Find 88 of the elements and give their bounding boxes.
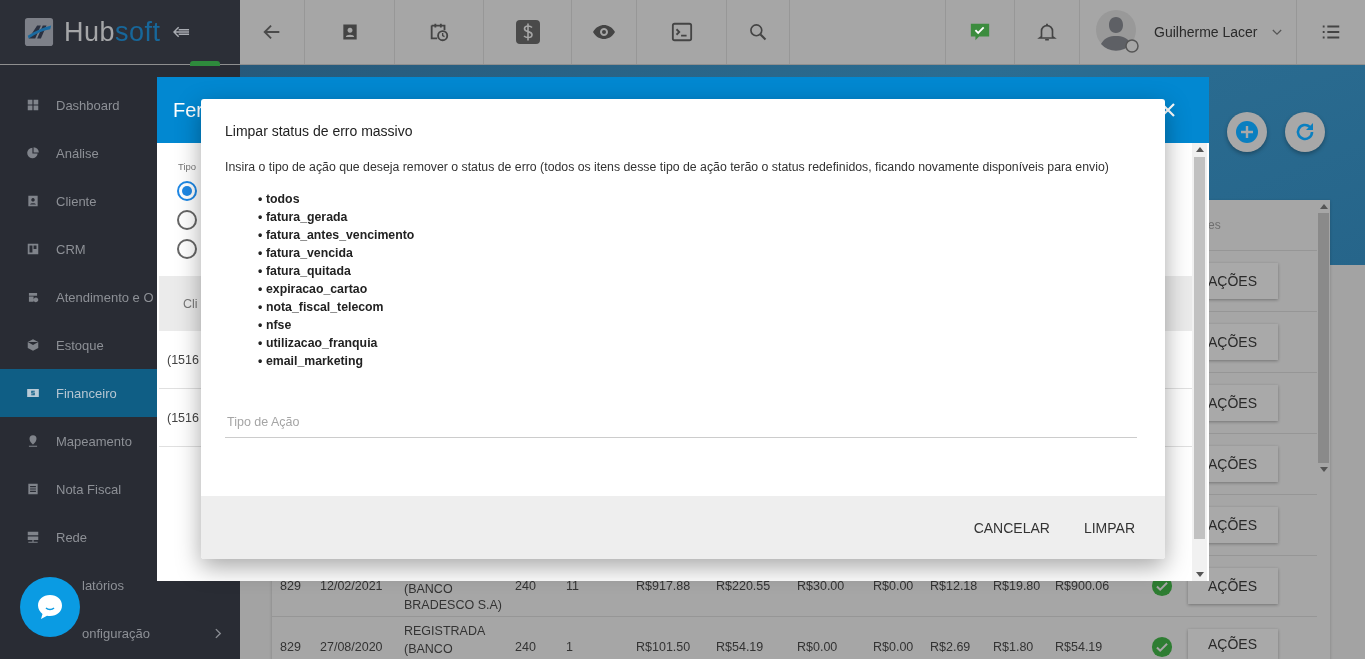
table-cell-text: R$101.50 xyxy=(636,640,692,654)
sidebar-item[interactable]: onfiguração xyxy=(0,609,240,657)
calendar-clock-icon[interactable] xyxy=(428,21,450,43)
dialog-button[interactable]: CANCELAR xyxy=(965,511,1058,544)
menu-item-icon xyxy=(26,146,40,160)
list-item: • expiracao_cartao xyxy=(258,281,368,298)
logo-icon xyxy=(24,17,54,47)
menu-item-icon xyxy=(26,98,40,112)
search-icon[interactable] xyxy=(748,22,768,42)
scroll-up-icon[interactable] xyxy=(1195,147,1204,152)
list-item: • fatura_quitada xyxy=(258,263,351,280)
sidebar-item[interactable]: Rede xyxy=(0,513,240,561)
scroll-up-icon[interactable] xyxy=(1319,204,1328,209)
list-item: • email_marketing xyxy=(258,353,364,370)
table-cell-text: R$19.80 xyxy=(993,579,1042,593)
bell-icon[interactable] xyxy=(1036,21,1058,43)
scroll-down-icon[interactable] xyxy=(1319,467,1328,472)
table-cell: (1516 xyxy=(167,352,199,367)
dialog-button[interactable]: LIMPAR xyxy=(1075,511,1143,544)
menu-item-icon xyxy=(26,194,40,208)
list-item: • nfse xyxy=(258,317,292,334)
table-cell-text: 240 xyxy=(515,579,537,593)
table-cell-text: (BANCO xyxy=(404,641,454,658)
dialog-title: Fer xyxy=(173,98,203,122)
menu-item-icon xyxy=(26,530,40,544)
table-cell-text: R$917.88 xyxy=(636,579,692,593)
table-cell-text: 829 xyxy=(280,640,302,654)
dollar-icon[interactable] xyxy=(515,20,540,44)
list-item: • utilizacao_franquia xyxy=(258,335,378,352)
radio-button[interactable] xyxy=(177,181,197,201)
menu-item-icon xyxy=(26,482,40,496)
speech-bubble-icon xyxy=(35,592,65,622)
logo-text: Hubsoft xyxy=(64,16,161,48)
table-cell-text: REGISTRADA xyxy=(404,623,487,640)
list-item: • fatura_vencida xyxy=(258,245,353,262)
table-cell-text: R$1.80 xyxy=(993,640,1035,654)
table-cell-text: R$2.69 xyxy=(930,640,972,654)
table-cell-text: BRADESCO S.A) xyxy=(404,597,503,613)
menu-item-icon xyxy=(26,434,40,448)
table-cell-text: R$54.19 xyxy=(716,640,765,654)
table-cell-text: 829 xyxy=(280,579,302,593)
terminal-icon[interactable] xyxy=(670,21,693,43)
table-cell-text: 27/08/2020 xyxy=(320,640,384,654)
table-cell-text: 1 xyxy=(566,640,574,654)
column-header: Cli xyxy=(183,296,198,311)
table-cell-text: R$900.06 xyxy=(1055,579,1111,593)
user-menu[interactable]: Guilherme Lacer xyxy=(1080,0,1297,64)
sidebar-item[interactable]: CRM xyxy=(0,225,240,273)
avatar-icon xyxy=(1096,10,1140,54)
sidebar-item[interactable]: latórios xyxy=(0,561,240,609)
dialog-title: Limpar status de erro massivo xyxy=(225,123,414,139)
table-cell-text: R$220.55 xyxy=(716,579,772,593)
sidebar-item[interactable]: Cliente xyxy=(0,177,240,225)
sidebar-item[interactable]: Nota Fiscal xyxy=(0,465,240,513)
table-cell-text: R$0.00 xyxy=(797,640,839,654)
column-header: es xyxy=(1207,218,1222,232)
menu-item-icon xyxy=(26,338,40,352)
scrollbar[interactable] xyxy=(1192,143,1207,581)
list-item: • fatura_antes_vencimento xyxy=(258,227,415,244)
menu-collapse-icon[interactable] xyxy=(172,26,190,38)
status-pill xyxy=(190,61,220,66)
actions-button[interactable]: AÇÕES xyxy=(1188,568,1278,604)
plus-icon xyxy=(1235,120,1259,144)
list-item: • todos xyxy=(258,191,300,208)
dialog-description: Insira o tipo de ação que deseja remover o status de erro (todos os itens desse tipo de ação terão o status redefinidos, ficando novamente disponíveis para envio) xyxy=(225,160,1110,174)
menu-item-icon xyxy=(26,290,40,304)
table-cell-text: 240 xyxy=(515,640,537,654)
menu-item-icon xyxy=(26,386,40,400)
radio-button[interactable] xyxy=(177,210,197,230)
table-cell-text: R$54.19 xyxy=(1055,640,1104,654)
scroll-down-icon[interactable] xyxy=(1195,572,1204,577)
radio-button[interactable] xyxy=(177,239,197,259)
actions-button[interactable]: AÇÕES xyxy=(1188,629,1278,659)
table-cell-text: R$0.00 xyxy=(873,640,915,654)
table-cell-text: R$0.00 xyxy=(873,579,915,593)
menu-item-icon xyxy=(26,242,40,256)
table-cell-text: 12/02/2021 xyxy=(320,579,384,593)
table-cell-text: R$30.00 xyxy=(797,579,846,593)
field-label: Tipo xyxy=(178,161,197,172)
table-cell-text: (BANCO xyxy=(404,581,454,597)
chevron-down-icon xyxy=(1271,28,1282,36)
refresh-button[interactable] xyxy=(1285,112,1325,152)
list-item: • fatura_gerada xyxy=(258,209,348,226)
list-item: • nota_fiscal_telecom xyxy=(258,299,384,316)
table-cell-text: 11 xyxy=(566,579,580,593)
table-cell-text: R$12.18 xyxy=(930,579,979,593)
add-button[interactable] xyxy=(1227,112,1267,152)
chat-check-icon[interactable] xyxy=(969,21,991,43)
